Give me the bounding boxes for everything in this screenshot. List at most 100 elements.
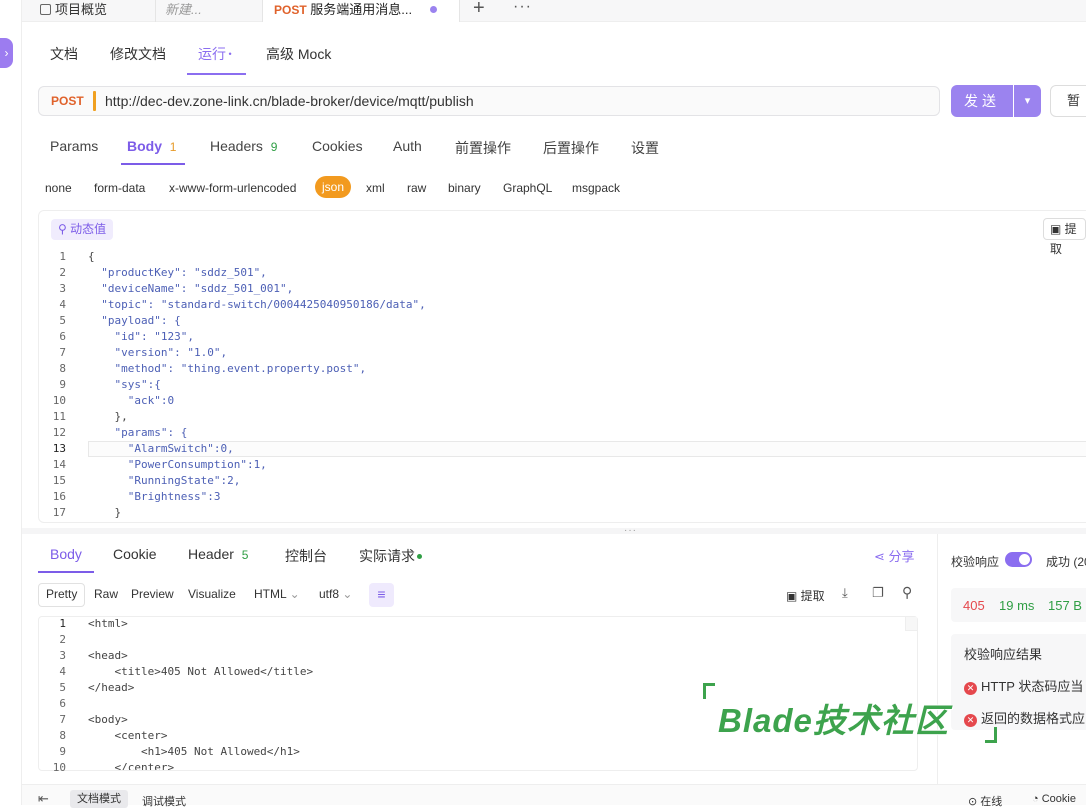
chevron-down-icon: ⌄ (289, 587, 300, 601)
subnav-run[interactable]: 运行 • (198, 44, 232, 64)
code-line: </center> (88, 761, 175, 770)
code-line: "id": "123", (88, 330, 194, 343)
tab-body-count: 1 (169, 140, 177, 154)
subnav-edit-doc[interactable]: 修改文档 (110, 44, 166, 64)
code-line: }, (88, 410, 128, 423)
copy-icon[interactable]: ❐ (872, 585, 884, 601)
debug-mode-button[interactable]: 调试模式 (142, 793, 186, 809)
resp-extract-button[interactable]: ▣ 提取 (786, 587, 825, 604)
line-number: 4 (59, 665, 66, 678)
line-number: 7 (59, 713, 66, 726)
body-type-msgpack[interactable]: msgpack (572, 181, 620, 195)
line-number: 10 (52, 761, 66, 774)
editor-extract-button[interactable]: ▣ 提取 (1043, 218, 1086, 256)
tab-body[interactable]: Body 1 (127, 138, 176, 154)
tab-pre-ops[interactable]: 前置操作 (455, 138, 511, 158)
view-raw[interactable]: Raw (94, 587, 118, 601)
expand-sidebar-icon[interactable]: › (0, 38, 13, 68)
save-button[interactable]: 暂 (1050, 85, 1086, 117)
tab-settings[interactable]: 设置 (631, 138, 659, 158)
tab-post-ops[interactable]: 后置操作 (543, 138, 599, 158)
method-select[interactable]: POST (51, 94, 84, 108)
tab-project-overview[interactable]: 项目概览 (40, 0, 107, 22)
tab-new[interactable]: 新建... (155, 0, 262, 22)
subnav-mock[interactable]: 高级 Mock (266, 44, 331, 64)
code-line: </head> (88, 681, 135, 694)
resp-tab-cookie[interactable]: Cookie (113, 546, 157, 562)
body-type-json[interactable]: json (315, 176, 352, 198)
validation-item-http: ✕ HTTP 状态码应当 (964, 676, 1083, 695)
code-line: <body> (88, 713, 128, 726)
more-icon[interactable]: ··· (513, 0, 532, 16)
code-line: "deviceName": "sddz_501_001", (88, 282, 294, 295)
body-type-none[interactable]: none (45, 181, 72, 195)
code-line: } (88, 506, 122, 519)
view-visualize[interactable]: Visualize (188, 587, 236, 601)
line-number: 3 (59, 282, 66, 295)
validate-toggle[interactable] (1005, 552, 1032, 567)
validate-success-select[interactable]: 成功 (20 (1046, 553, 1086, 570)
tab-headers[interactable]: Headers 9 (210, 138, 277, 154)
online-status[interactable]: ⊙ 在线 (968, 793, 1002, 809)
body-type-raw[interactable]: raw (407, 181, 426, 195)
online-label: 在线 (980, 796, 1003, 808)
resp-tab-actual[interactable]: 实际请求 (359, 546, 422, 566)
code-line: "payload": { (88, 314, 181, 327)
code-line: "RunningState":2, (88, 474, 241, 487)
dynamic-value-button[interactable]: ⚲ 动态值 (51, 219, 114, 240)
view-preview[interactable]: Preview (131, 587, 174, 601)
tab-cookies[interactable]: Cookies (312, 138, 363, 154)
search-icon[interactable]: ⚲ (902, 584, 912, 601)
format-select[interactable]: HTML ⌄ (254, 587, 300, 601)
scrollbar-thumb[interactable] (905, 617, 917, 631)
online-icon: ⊙ (968, 796, 981, 808)
resp-tab-header[interactable]: Header 5 (188, 546, 248, 562)
tab-active-request[interactable]: POST 服务端通用消息... (262, 0, 460, 22)
view-pretty[interactable]: Pretty (46, 587, 77, 601)
resp-tab-header-count: 5 (241, 548, 249, 562)
code-line: <h1>405 Not Allowed</h1> (88, 745, 300, 758)
error-icon: ✕ (964, 682, 977, 695)
format-value: HTML (254, 587, 287, 601)
download-icon[interactable]: ⤓ (842, 585, 848, 601)
tab-params[interactable]: Params (50, 138, 98, 154)
doc-mode-button[interactable]: 文档模式 (70, 790, 128, 808)
wrap-lines-icon[interactable]: ≡ (369, 583, 394, 607)
resp-tab-body[interactable]: Body (50, 546, 82, 562)
body-type-urlencoded[interactable]: x-www-form-urlencoded (169, 181, 296, 195)
code-line: "productKey": "sddz_501", (88, 266, 267, 279)
code-line: <head> (88, 649, 128, 662)
validation-item-label: 返回的数据格式应 (981, 711, 1086, 726)
line-number: 2 (59, 266, 66, 279)
tab-auth[interactable]: Auth (393, 138, 422, 154)
panel-resize-handle[interactable] (22, 528, 1086, 534)
drag-handle-icon[interactable]: ··· (624, 525, 637, 536)
status-dot-icon (417, 554, 422, 559)
share-button[interactable]: ⋖ 分享 (874, 546, 915, 565)
line-number: 4 (59, 298, 66, 311)
body-type-binary[interactable]: binary (448, 181, 481, 195)
toggle-knob (1019, 554, 1030, 565)
share-label: 分享 (888, 549, 915, 564)
body-type-form-data[interactable]: form-data (94, 181, 145, 195)
resp-extract-label: 提取 (800, 589, 825, 603)
extract-icon: ▣ (1050, 222, 1065, 236)
code-line: "PowerConsumption":1, (88, 458, 267, 471)
cookie-manager[interactable]: ◔ Cookie (1032, 793, 1076, 805)
watermark-text: Blade技术社区 (718, 702, 949, 739)
subnav-doc[interactable]: 文档 (50, 44, 78, 64)
line-number: 10 (52, 394, 66, 407)
encoding-value: utf8 (319, 587, 340, 601)
encoding-select[interactable]: utf8 ⌄ (319, 587, 352, 601)
line-number: 12 (52, 426, 66, 439)
send-button[interactable]: 发送 (951, 85, 1013, 117)
body-type-xml[interactable]: xml (366, 181, 385, 195)
url-input[interactable]: http://dec-dev.zone-link.cn/blade-broker… (105, 93, 474, 109)
validation-item-format: ✕ 返回的数据格式应 (964, 708, 1085, 727)
body-type-graphql[interactable]: GraphQL (503, 181, 552, 195)
send-dropdown-icon[interactable]: ▾ (1014, 85, 1041, 117)
validate-response-label: 校验响应 (951, 555, 1000, 569)
line-number: 1 (59, 250, 66, 263)
add-tab-icon[interactable]: + (473, 0, 485, 20)
resp-tab-console[interactable]: 控制台 (285, 546, 327, 566)
